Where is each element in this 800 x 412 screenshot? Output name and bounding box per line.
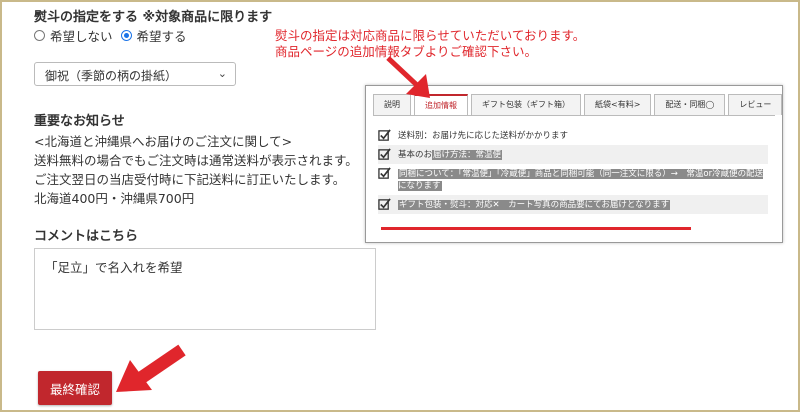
comment-title: コメントはこちら bbox=[34, 229, 139, 244]
tab-shipping[interactable]: 配送・同梱◯ bbox=[654, 94, 726, 115]
info-row-plain: 基本のお bbox=[398, 150, 433, 160]
info-row-highlight: ギフト包装・熨斗：対応✕ カート写真の商品要にてお届けとなります bbox=[398, 200, 671, 210]
notice-body: <北海道と沖縄県へお届けのご注文に関して> 送料無料の場合でもご注文時は通常送料… bbox=[34, 132, 358, 208]
info-row: 送料別：お届け先に応じた送料がかかります bbox=[378, 126, 768, 145]
checkbox-checked-icon bbox=[378, 167, 391, 179]
tab-paper-bag[interactable]: 紙袋<有料> bbox=[584, 94, 652, 115]
comment-textarea[interactable]: 「足立」で名入れを希望 bbox=[34, 248, 376, 330]
arrow-to-tab-icon bbox=[386, 56, 430, 98]
info-row: ギフト包装・熨斗：対応✕ カート写真の商品要にてお届けとなります bbox=[378, 195, 768, 214]
notice-title: 重要なお知らせ bbox=[34, 114, 125, 129]
checkbox-checked-icon bbox=[378, 129, 391, 141]
tab-divider bbox=[373, 115, 775, 116]
notice-line: <北海道と沖縄県へお届けのご注文に関して> bbox=[34, 134, 293, 149]
notice-line: ご注文翌日の当店受付時に下記送料に訂正いたします。 bbox=[34, 172, 346, 187]
info-row-highlight: 届け方法：常温便 bbox=[432, 150, 503, 160]
info-row-highlight: 同梱について：「常温便」「冷蔵便」商品と同梱可能（同一注文に限る）→ 常温or冷… bbox=[398, 169, 764, 191]
info-row: 基本のお届け方法：常温便 bbox=[378, 145, 768, 164]
chevron-down-icon: ⌄ bbox=[217, 67, 227, 80]
radio-yes-noshi[interactable] bbox=[120, 30, 132, 41]
info-list: 送料別：お届け先に応じた送料がかかります 基本のお届け方法：常温便 同梱について… bbox=[378, 126, 768, 214]
final-confirm-button[interactable]: 最終確認 bbox=[38, 371, 112, 405]
noshi-type-select-value: 御祝（季節の柄の掛紙） bbox=[45, 69, 178, 83]
product-info-screenshot: 説明 追加情報 ギフト包装（ギフト箱） 紙袋<有料> 配送・同梱◯ レビュー 送… bbox=[365, 85, 783, 243]
notice-line: 北海道400円・沖縄県700円 bbox=[34, 191, 195, 206]
noshi-radio-group: 希望しない 希望する bbox=[34, 26, 195, 45]
tab-reviews[interactable]: レビュー bbox=[728, 94, 783, 115]
notice-line: 送料無料の場合でもご注文時は通常送料が表示されます。 bbox=[34, 153, 358, 168]
info-row-text: 基本のお届け方法：常温便 bbox=[398, 148, 503, 161]
radio-yes-noshi-label[interactable]: 希望する bbox=[137, 26, 187, 45]
tab-gift-wrap[interactable]: ギフト包装（ギフト箱） bbox=[471, 94, 581, 115]
arrow-to-button-icon bbox=[116, 344, 186, 392]
checkbox-checked-icon bbox=[378, 148, 391, 160]
noshi-heading: 熨斗の指定をする ※対象商品に限ります bbox=[34, 10, 273, 25]
radio-no-noshi[interactable] bbox=[34, 30, 45, 41]
noshi-type-select[interactable]: 御祝（季節の柄の掛紙） ⌄ bbox=[34, 62, 236, 86]
info-row: 同梱について：「常温便」「冷蔵便」商品と同梱可能（同一注文に限る）→ 常温or冷… bbox=[378, 164, 768, 195]
red-underline bbox=[381, 227, 691, 230]
radio-no-noshi-label[interactable]: 希望しない bbox=[50, 26, 113, 45]
annotation-line: 熨斗の指定は対応商品に限らせていただいております。 bbox=[275, 28, 586, 43]
checkbox-checked-icon bbox=[378, 198, 391, 210]
info-row-text: ギフト包装・熨斗：対応✕ カート写真の商品要にてお届けとなります bbox=[398, 198, 671, 211]
info-row-text: 送料別：お届け先に応じた送料がかかります bbox=[398, 131, 569, 141]
info-row-text: 同梱について：「常温便」「冷蔵便」商品と同梱可能（同一注文に限る）→ 常温or冷… bbox=[398, 167, 768, 192]
